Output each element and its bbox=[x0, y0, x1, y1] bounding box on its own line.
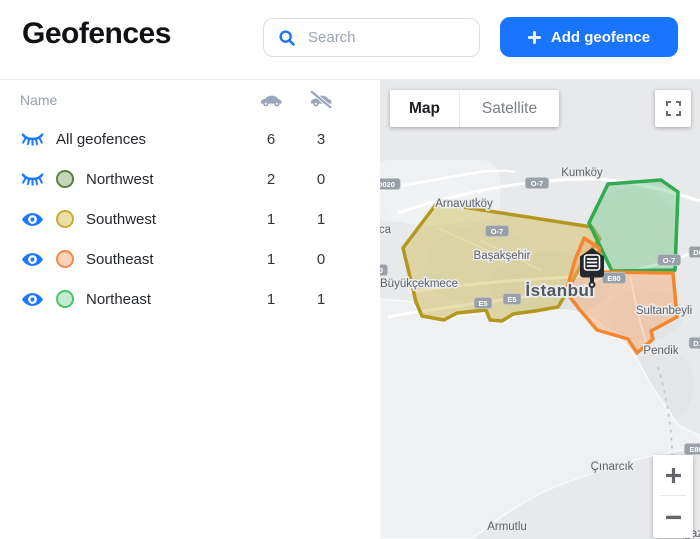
fullscreen-button[interactable] bbox=[655, 90, 691, 127]
city-label: Pendik bbox=[643, 345, 678, 357]
vehicle-off-count: 0 bbox=[296, 171, 346, 188]
geofence-row[interactable]: All geofences63 bbox=[0, 119, 380, 159]
road-shield-label: D1 bbox=[693, 339, 700, 348]
city-label: Kumköy bbox=[561, 167, 603, 179]
geofence-list-panel: Name All geofences63Northwest20Southwes bbox=[0, 80, 380, 539]
car-off-column-header bbox=[296, 91, 346, 108]
table-header: Name bbox=[0, 80, 380, 119]
geofence-name: Southeast bbox=[86, 251, 246, 268]
plus-icon bbox=[666, 468, 681, 483]
geofence-row[interactable]: Northeast11 bbox=[0, 279, 380, 319]
road-shield-label: E80 bbox=[607, 274, 620, 283]
road-shield-label: O-7 bbox=[663, 256, 676, 265]
city-label: ca bbox=[380, 224, 392, 236]
geofence-row[interactable]: Southwest11 bbox=[0, 199, 380, 239]
page-title: Geofences bbox=[22, 17, 171, 51]
zoom-out-button[interactable] bbox=[653, 496, 693, 538]
tab-map[interactable]: Map bbox=[390, 90, 459, 127]
geofence-color-swatch bbox=[56, 170, 74, 188]
road-shield-label: E80 bbox=[689, 445, 700, 454]
city-label: Sultanbeyli bbox=[636, 305, 692, 317]
city-label: Arnavutköy bbox=[435, 198, 493, 210]
city-label: Armutlu bbox=[487, 521, 527, 533]
car-off-icon bbox=[309, 91, 333, 108]
road-shield-label: D020 bbox=[380, 180, 395, 189]
zoom-in-button[interactable] bbox=[653, 455, 693, 495]
tab-satellite[interactable]: Satellite bbox=[459, 90, 559, 127]
geofence-name: Northeast bbox=[86, 291, 246, 308]
page-header: Geofences Add geofence bbox=[0, 0, 700, 80]
map-type-tabbar: Map Satellite bbox=[390, 90, 559, 127]
car-icon bbox=[259, 91, 283, 108]
geofence-name: All geofences bbox=[56, 131, 246, 148]
road-shield-label: O-7 bbox=[491, 227, 504, 236]
road-shield-label: O-7 bbox=[531, 179, 544, 188]
eye-closed-icon[interactable] bbox=[20, 127, 44, 151]
road-shield-label: E5 bbox=[507, 295, 516, 304]
geofence-color-swatch bbox=[56, 210, 74, 228]
road-shield-label: 0 bbox=[380, 266, 383, 275]
add-geofence-button[interactable]: Add geofence bbox=[500, 17, 678, 57]
car-column-header bbox=[246, 91, 296, 108]
city-label: Çınarcık bbox=[591, 461, 634, 473]
search-box bbox=[263, 18, 480, 57]
eye-closed-icon[interactable] bbox=[20, 167, 44, 191]
vehicle-count: 1 bbox=[246, 251, 296, 268]
vehicle-off-count: 1 bbox=[296, 211, 346, 228]
fullscreen-icon bbox=[666, 101, 681, 116]
search-icon bbox=[278, 29, 296, 47]
geofence-name: Southwest bbox=[86, 211, 246, 228]
eye-open-icon[interactable] bbox=[20, 207, 44, 231]
geofence-row[interactable]: Southeast10 bbox=[0, 239, 380, 279]
vehicle-off-count: 1 bbox=[296, 291, 346, 308]
geofence-rows: All geofences63Northwest20Southwest11Sou… bbox=[0, 119, 380, 319]
minus-icon bbox=[666, 515, 681, 520]
vehicle-count: 1 bbox=[246, 291, 296, 308]
marker-stem bbox=[590, 278, 594, 282]
vehicle-off-count: 0 bbox=[296, 251, 346, 268]
geofence-row[interactable]: Northwest20 bbox=[0, 159, 380, 199]
geofence-name: Northwest bbox=[86, 171, 246, 188]
map-canvas[interactable]: D020 O-7 O-7 O-7 E5 E5 E80 D0 0 D1 E80 Kumköy Arnav… bbox=[380, 80, 700, 539]
geofence-color-swatch bbox=[56, 250, 74, 268]
vehicle-off-count: 3 bbox=[296, 131, 346, 148]
geofence-color-swatch bbox=[56, 290, 74, 308]
add-geofence-label: Add geofence bbox=[551, 29, 650, 46]
city-label: Büyükçekmece bbox=[380, 278, 458, 290]
vehicle-count: 6 bbox=[246, 131, 296, 148]
city-label: İstanbul bbox=[525, 281, 594, 300]
name-column-header: Name bbox=[20, 92, 246, 108]
city-label: Başakşehir bbox=[474, 250, 531, 262]
search-input[interactable] bbox=[306, 28, 479, 47]
map-base: D020 O-7 O-7 O-7 E5 E5 E80 D0 0 D1 E80 Kumköy Arnav… bbox=[380, 80, 700, 539]
zoom-control bbox=[653, 455, 693, 538]
vehicle-count: 1 bbox=[246, 211, 296, 228]
road-shield-label: D0 bbox=[693, 248, 700, 257]
road-shield-label: E5 bbox=[478, 299, 487, 308]
eye-open-icon[interactable] bbox=[20, 247, 44, 271]
eye-open-icon[interactable] bbox=[20, 287, 44, 311]
vehicle-count: 2 bbox=[246, 171, 296, 188]
plus-icon bbox=[528, 31, 541, 44]
marker-anchor-hole bbox=[591, 283, 594, 286]
